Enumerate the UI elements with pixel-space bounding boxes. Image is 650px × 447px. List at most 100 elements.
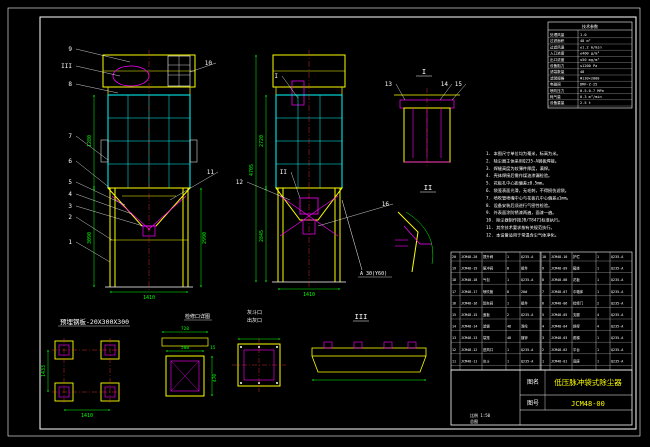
title-name: 低压脉冲袋式除尘器: [554, 377, 622, 387]
side-leader: [246, 181, 291, 201]
parts-cell: 1: [542, 359, 544, 363]
foundation-dim-h: 1433: [41, 365, 47, 377]
parts-cell: Q235-A: [521, 278, 533, 282]
detail-III-view: III: [311, 313, 427, 381]
parts-cell: 1: [507, 301, 509, 305]
parts-cell: 9: [542, 267, 544, 271]
note-line: 8. 设备安装后须进行气密性检验。: [486, 202, 552, 209]
parts-cell: 袋笼: [483, 335, 490, 340]
parts-cell: JCM48-11: [461, 359, 477, 363]
note-line: 9. 外表面涂防锈漆两遍，面漆一遍。: [486, 209, 556, 216]
parts-cell: JCM48-19: [461, 267, 477, 271]
parts-cell: Q235-A: [611, 278, 623, 282]
note-line: 2. 除尘器主体采用Q235-A钢板焊接。: [486, 157, 559, 164]
parts-cell: 1: [597, 336, 599, 340]
parts-cell: Q235-A: [521, 255, 533, 259]
parts-cell: JCM48-20: [461, 255, 477, 259]
detail-I-label: I: [422, 68, 426, 76]
detail-I-view: I: [394, 68, 460, 168]
detail-I-callout: 14: [441, 81, 449, 88]
parts-cell: 14: [452, 325, 456, 329]
front-callout: 2: [68, 214, 72, 221]
parts-cell: 1: [507, 278, 509, 282]
parts-cell: 20#: [521, 290, 528, 294]
parts-cell: 1: [597, 267, 599, 271]
side-callouts: I 12 II 16: [236, 73, 394, 227]
parts-cell: 进风口: [483, 347, 493, 352]
parts-cell: 1: [507, 255, 509, 259]
parts-cell: Q235-A: [521, 348, 533, 352]
parts-cell: 平台: [573, 347, 580, 352]
inner-frame: [39, 16, 637, 430]
parts-cell: 12: [452, 348, 456, 352]
parts-cell: JCM48-13: [461, 336, 477, 340]
parts-cell: 花板: [573, 277, 580, 282]
parts-cell: JCM48-10: [551, 255, 567, 259]
parts-cell: Q235-A: [611, 336, 623, 340]
parts-cell: Q235-A: [611, 267, 623, 271]
access-door-dim-0: 720: [181, 326, 189, 332]
parts-cell: Q235-A: [611, 255, 623, 259]
detail-I-callout: 13: [385, 81, 393, 88]
access-door-detail: 检修口详图 720 500 15 470: [161, 313, 218, 397]
parts-cell: 箱体: [573, 266, 580, 271]
spec-row-value: 48: [580, 70, 584, 74]
front-callout: 3: [68, 203, 72, 210]
parts-cell: JCM48-12: [461, 348, 477, 352]
parts-cell: 1: [597, 359, 599, 363]
detail-III-label: III: [355, 313, 368, 321]
front-dim-h3: 2990: [202, 232, 208, 244]
parts-cell: JCM48-08: [551, 278, 567, 282]
side-dim-h3: 2845: [259, 230, 265, 242]
front-leader: [75, 160, 111, 189]
parts-cell: JCM48-03: [551, 336, 567, 340]
note-line: 12. 本设备适用于常温含尘气体净化。: [486, 231, 559, 238]
spec-row-value: ≤1200 Pa: [580, 64, 597, 68]
front-callout: 8: [68, 81, 72, 88]
spec-row-label: 电磁阀: [550, 82, 561, 87]
spec-row-value: ≤1.2 m/min: [580, 45, 602, 49]
front-leader: [75, 181, 126, 206]
front-callout: 1: [68, 239, 72, 246]
spec-row-value: 0.3 m³/min: [580, 95, 602, 99]
parts-cell: 4: [542, 325, 544, 329]
spec-row-label: 滤袋数量: [550, 69, 565, 74]
drawing-number: JCM48-00: [571, 400, 605, 408]
front-leader: [75, 193, 133, 215]
note-line: 5. 花板孔中心距偏差±0.5mm。: [486, 180, 546, 187]
access-door-dim-3: 470: [212, 374, 218, 382]
parts-cell: JCM48-04: [551, 325, 567, 329]
air-tank-ellipse: [112, 65, 150, 87]
spec-row-label: 入口浓度: [550, 51, 565, 56]
spec-row-label: 喷吹压力: [550, 88, 565, 93]
parts-cell: 8: [507, 290, 509, 294]
front-dim-h2: 3090: [87, 232, 93, 244]
spec-row-label: 耗气量: [550, 94, 561, 99]
parts-cell: 脉冲阀: [483, 266, 494, 271]
parts-cell: 组件: [521, 300, 528, 305]
parts-cell: 检修门: [573, 300, 584, 305]
parts-cell: 13: [452, 336, 456, 340]
spec-row-label: 过滤面积: [550, 38, 565, 43]
parts-cell: JCM48-01: [551, 359, 567, 363]
title-bottom: 总图: [470, 418, 478, 424]
parts-cell: 2: [542, 348, 544, 352]
parts-cell: 16: [452, 301, 456, 305]
spec-row-value: ≤50 mg/m³: [580, 58, 599, 62]
parts-cell: 涤纶: [521, 324, 528, 329]
front-callout: 10: [205, 60, 213, 67]
front-callout: 6: [68, 158, 72, 165]
parts-cell: 1: [597, 290, 599, 294]
parts-cell: 15: [452, 313, 456, 317]
parts-cell: Q235-A: [611, 325, 623, 329]
parts-cell: 爬梯: [573, 335, 580, 340]
note-line: 7. 喷吹管喷嘴中心与花板孔中心偏差≤1mm。: [486, 194, 571, 201]
access-door-title: 检修口详图: [185, 313, 210, 320]
title-block: 图名 低压脉冲袋式除尘器 图号 JCM48-00 比例 1:50 总图: [450, 369, 633, 426]
parts-cell: 8: [542, 278, 544, 282]
parts-cell: 3: [542, 336, 544, 340]
front-dim-width: 1410: [143, 295, 155, 301]
note-line: 4. 壳体焊接后需作煤油渗漏检验。: [486, 172, 552, 179]
parts-cell: Q235-A: [521, 359, 533, 363]
parts-cell: JCM48-14: [461, 325, 477, 329]
